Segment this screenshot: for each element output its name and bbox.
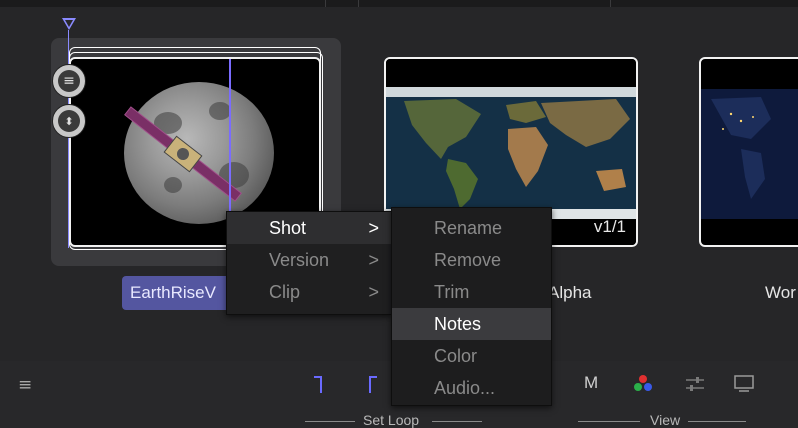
context-menu: Shot > Version > Clip > xyxy=(226,211,392,315)
loop-in-icon[interactable] xyxy=(312,375,324,395)
submenu-item-remove[interactable]: Remove xyxy=(392,244,551,276)
top-bar xyxy=(0,0,798,7)
chevron-right-icon: > xyxy=(368,250,379,270)
top-bar-divider xyxy=(358,0,359,7)
submenu-item-label: Rename xyxy=(434,218,503,238)
submenu-item-label: Color xyxy=(434,346,478,366)
set-loop-label: Set Loop xyxy=(363,412,420,428)
top-bar-divider xyxy=(610,0,611,7)
chevron-right-icon: > xyxy=(368,282,379,302)
set-loop-line-left xyxy=(305,421,355,422)
submenu-item-audio[interactable]: Audio... xyxy=(392,372,551,404)
clip-thumbnail-world[interactable] xyxy=(699,57,798,247)
submenu-item-rename[interactable]: Rename xyxy=(392,212,551,244)
timeline-marker-triangle-icon[interactable] xyxy=(62,18,76,30)
clip-name-label[interactable]: EarthRiseV xyxy=(122,276,242,310)
menu-item-label: Version xyxy=(269,250,330,270)
submenu-item-label: Remove xyxy=(434,250,502,270)
world-night-image xyxy=(701,89,798,219)
menu-item-version[interactable]: Version > xyxy=(227,244,391,276)
menu-circle-button[interactable]: ≡ xyxy=(52,64,86,98)
submenu-item-trim[interactable]: Trim xyxy=(392,276,551,308)
submenu-item-label: Trim xyxy=(434,282,470,302)
view-line-right xyxy=(688,421,746,422)
menu-item-label: Shot xyxy=(269,218,307,238)
view-label: View xyxy=(650,412,681,428)
version-badge: v1/1 xyxy=(593,217,626,236)
up-down-arrows-icon: ⬍ xyxy=(58,110,80,132)
top-bar-divider xyxy=(325,0,326,7)
hamburger-menu-icon[interactable]: ≡ xyxy=(18,375,32,395)
monitor-icon[interactable] xyxy=(733,374,755,394)
menu-item-label: Clip xyxy=(269,282,301,302)
levels-sliders-icon[interactable] xyxy=(684,375,706,393)
submenu-item-color[interactable]: Color xyxy=(392,340,551,372)
clip-name-label[interactable]: Alpha xyxy=(548,276,591,310)
set-loop-line-right xyxy=(432,421,482,422)
timeline-marker-line xyxy=(68,30,69,248)
lines-icon: ≡ xyxy=(58,70,80,92)
loop-out-icon[interactable] xyxy=(367,375,379,395)
version-stepper-button[interactable]: ⬍ xyxy=(52,104,86,138)
mono-view-button[interactable]: M xyxy=(584,373,598,393)
rgb-channels-icon[interactable] xyxy=(632,373,654,395)
shot-submenu: Rename Remove Trim Notes Color Audio... xyxy=(391,207,552,406)
submenu-item-notes[interactable]: Notes xyxy=(392,308,551,340)
submenu-item-label: Notes xyxy=(434,314,482,334)
clip-name-label[interactable]: Wor xyxy=(765,276,796,310)
view-line-left xyxy=(578,421,640,422)
menu-item-shot[interactable]: Shot > xyxy=(227,212,391,244)
chevron-right-icon: > xyxy=(368,218,379,238)
menu-item-clip[interactable]: Clip > xyxy=(227,276,391,308)
submenu-item-label: Audio... xyxy=(434,378,496,398)
